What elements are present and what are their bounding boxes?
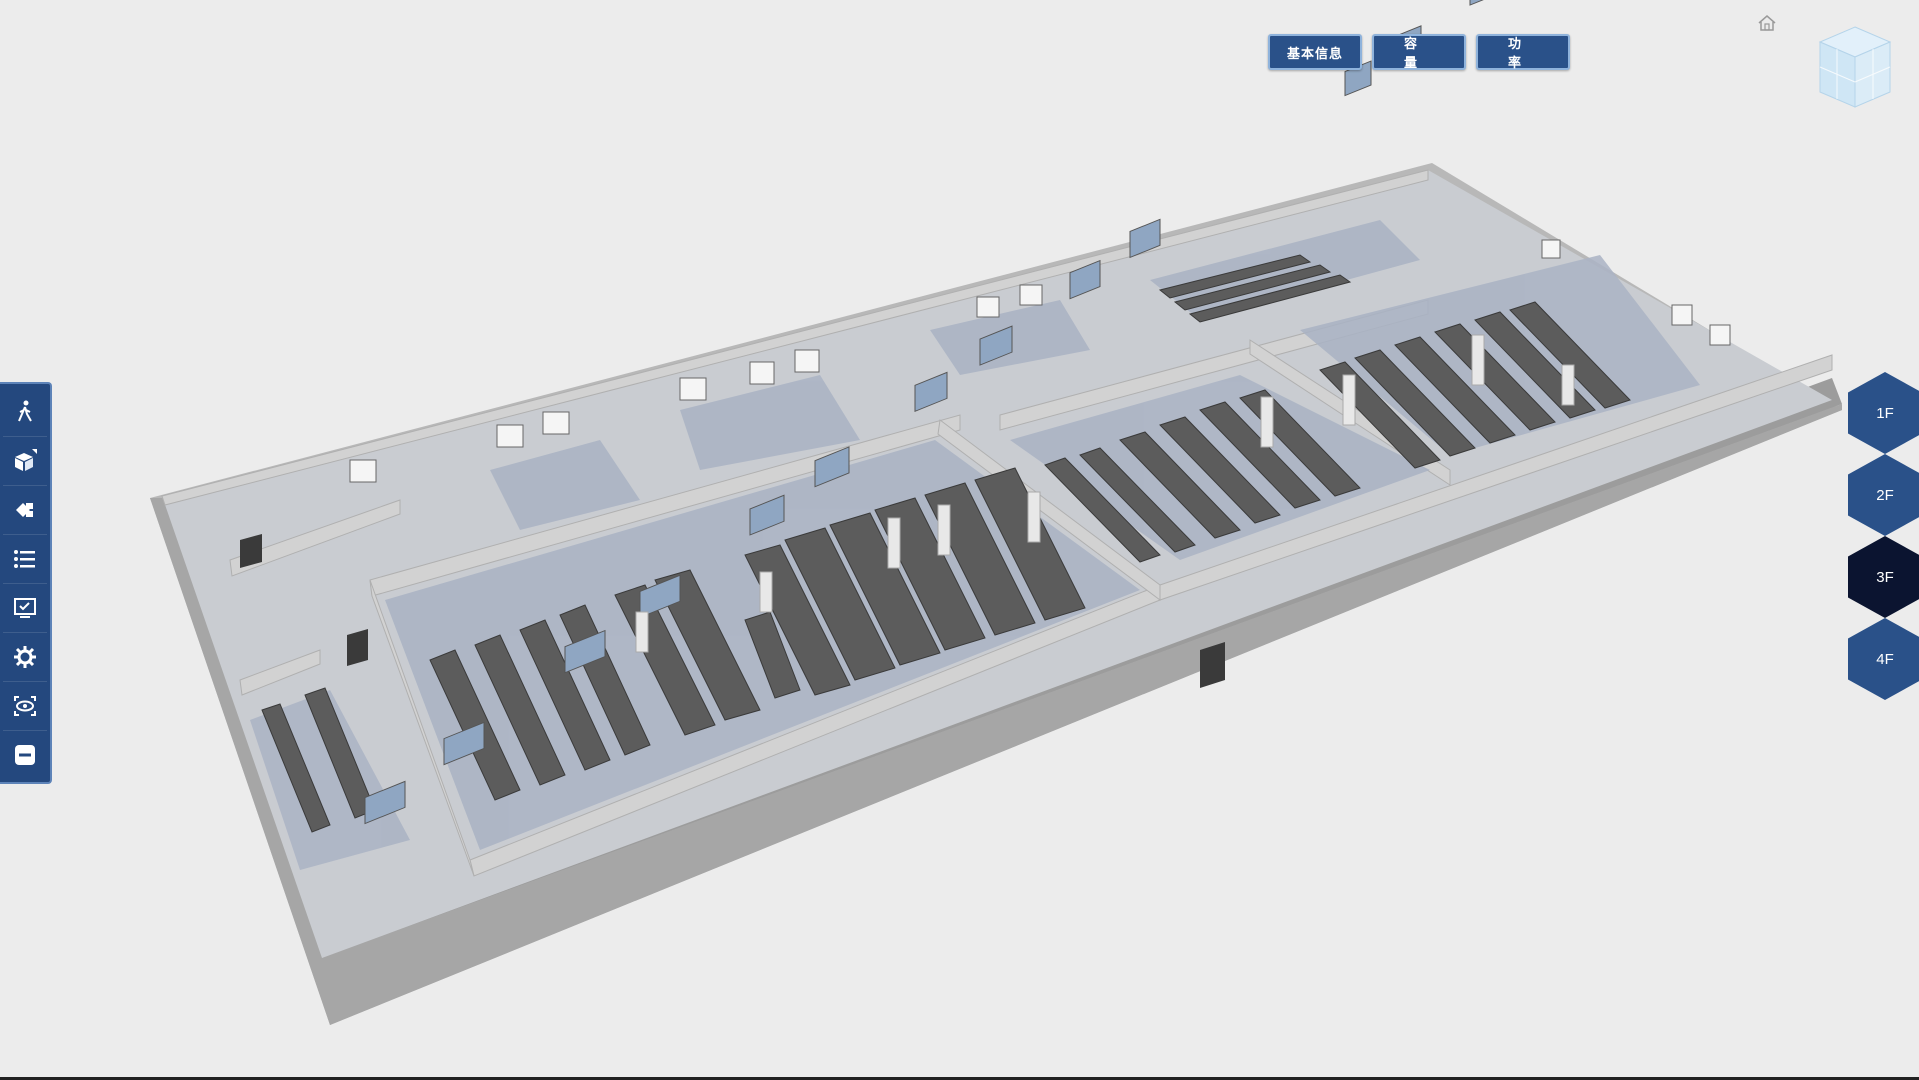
basic-info-button[interactable]: 基本信息: [1268, 34, 1362, 70]
toolbar-list-button[interactable]: [3, 535, 47, 584]
left-toolbar: [0, 382, 52, 784]
minus-icon: [15, 745, 35, 765]
toolbar-walk-button[interactable]: [3, 388, 47, 437]
toolbar-minus-button[interactable]: [3, 731, 47, 779]
walk-icon: [18, 400, 32, 422]
toolbar-settings-button[interactable]: [3, 633, 47, 682]
power-button[interactable]: 功率: [1476, 34, 1570, 70]
monitor-check-icon: [14, 598, 36, 618]
settings-icon: [14, 646, 36, 668]
list-icon: [14, 550, 35, 568]
cube-icon: [15, 449, 37, 471]
home-icon[interactable]: [1756, 12, 1778, 34]
blocks-icon: [16, 503, 33, 517]
toolbar-cube-button[interactable]: [3, 437, 47, 486]
toolbar-monitor-button[interactable]: [3, 584, 47, 633]
view-cube[interactable]: [1815, 22, 1895, 112]
floor-plan-3d-model[interactable]: [0, 0, 1919, 1080]
toolbar-view-button[interactable]: [3, 682, 47, 731]
view-eye-icon: [14, 696, 36, 716]
capacity-button[interactable]: 容量: [1372, 34, 1466, 70]
toolbar-blocks-button[interactable]: [3, 486, 47, 535]
top-button-group: 基本信息 容量 功率: [1268, 34, 1570, 70]
